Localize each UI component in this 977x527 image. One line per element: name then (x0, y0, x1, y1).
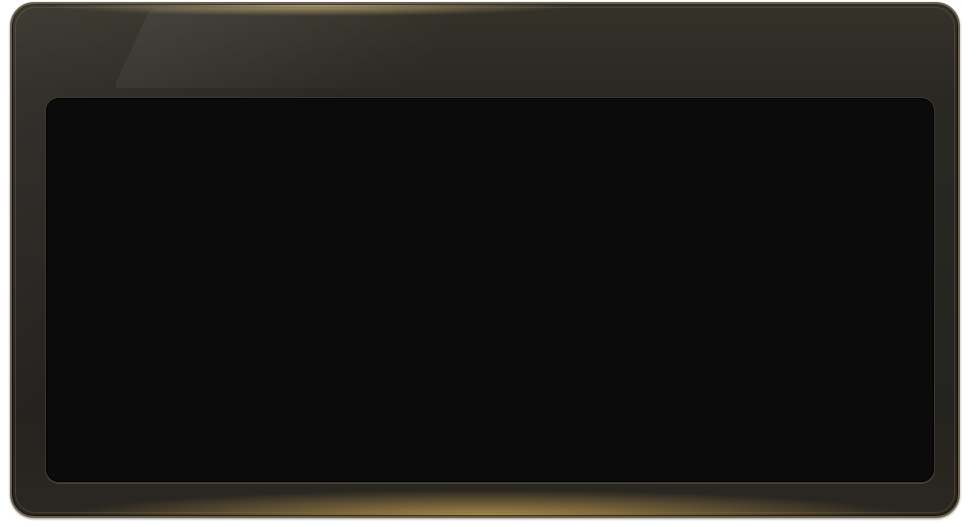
display-screen[interactable] (45, 97, 935, 483)
device-bezel (10, 2, 960, 518)
bezel-gloss-highlight (113, 8, 451, 88)
